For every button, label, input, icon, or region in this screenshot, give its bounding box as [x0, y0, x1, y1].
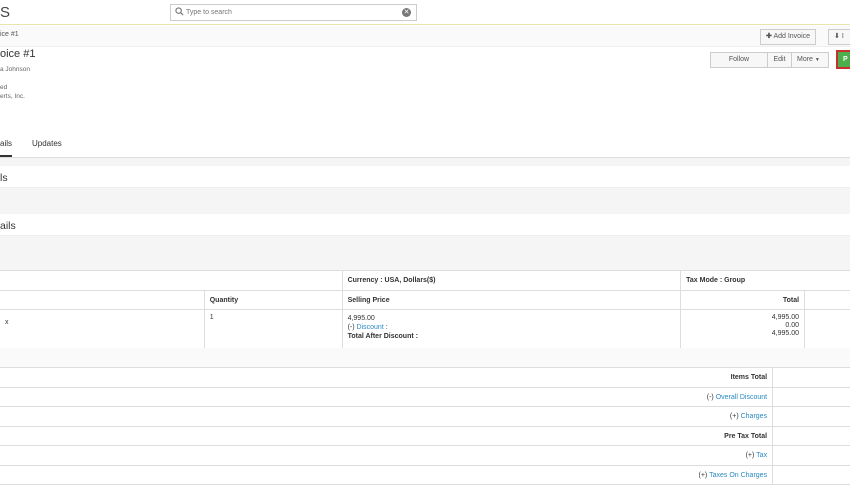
breadcrumb-bar [0, 26, 850, 47]
global-search[interactable]: ✕ [170, 4, 417, 21]
line-after-discount-total: 4,995.00 [771, 330, 800, 337]
app-title: S [0, 4, 11, 21]
discount-link[interactable]: Discount [357, 324, 384, 331]
overall-discount-prefix: (-) [706, 393, 714, 401]
top-bar [0, 0, 850, 25]
currency-label: Currency : USA, Dollars($) [341, 270, 682, 291]
tab-updates[interactable]: Updates [32, 139, 62, 148]
discount-prefix: (-) [347, 324, 355, 331]
primary-action-button[interactable]: P [836, 50, 850, 69]
quantity-value: 1 [203, 309, 343, 349]
download-icon: ⬇ [834, 33, 840, 40]
totals-table: Items Total (-) Overall Discount (+) Cha… [0, 367, 850, 485]
taxes-on-charges-link[interactable]: Taxes On Charges [709, 472, 767, 479]
items-total-label: Items Total [0, 367, 774, 388]
search-icon [175, 7, 184, 16]
record-organization[interactable]: erts, Inc. [0, 93, 25, 100]
edit-button[interactable]: Edit [767, 52, 792, 68]
record-status: ed [0, 84, 8, 91]
line-items-table: Currency : USA, Dollars($) Tax Mode : Gr… [0, 270, 850, 349]
plus-icon: ✚ [766, 33, 772, 40]
overall-discount-link[interactable]: Overall Discount [716, 394, 767, 401]
search-input[interactable] [186, 7, 396, 18]
breadcrumb: ice #1 [0, 31, 19, 38]
section-spacer [0, 236, 850, 270]
discount-colon: : [385, 324, 388, 331]
tax-mode-label: Tax Mode : Group [680, 270, 850, 291]
charges-link[interactable]: Charges [741, 413, 767, 420]
line-discount-total: 0.00 [785, 322, 800, 329]
section-spacer [0, 188, 850, 214]
import-button[interactable]: ⬇ I [828, 29, 850, 45]
tax-link[interactable]: Tax [756, 452, 767, 459]
caret-down-icon: ▼ [814, 57, 820, 63]
total-header: Total [680, 290, 806, 310]
after-discount-label: Total After Discount : [347, 333, 418, 340]
table-row: x 1 4,995.00 (-) Discount : Total After … [0, 309, 850, 349]
tab-details[interactable]: ails [0, 139, 13, 157]
more-dropdown[interactable]: More ▼ [791, 52, 829, 68]
quantity-header: Quantity [203, 290, 343, 310]
add-invoice-button[interactable]: ✚ Add Invoice [760, 29, 817, 45]
totals-spacer [0, 348, 850, 368]
record-owner[interactable]: a Johnson [0, 66, 30, 73]
record-tabs: ails Updates [0, 130, 850, 158]
clear-search-icon[interactable]: ✕ [402, 8, 411, 17]
follow-button[interactable]: Follow [710, 52, 768, 68]
taxes-on-charges-prefix: (+) [698, 471, 708, 479]
section-header-address[interactable]: ails [0, 214, 850, 236]
section-header-details[interactable]: ls [0, 166, 850, 188]
record-title: oice #1 [0, 48, 36, 60]
tax-prefix: (+) [745, 452, 755, 459]
product-name[interactable]: x [0, 309, 205, 349]
section-spacer [0, 158, 850, 166]
pre-tax-total-label: Pre Tax Total [0, 426, 774, 446]
selling-price-header: Selling Price [341, 290, 682, 310]
line-price-total: 4,995.00 [771, 314, 800, 321]
price-value: 4,995.00 [347, 315, 375, 322]
charges-prefix: (+) [729, 413, 739, 420]
